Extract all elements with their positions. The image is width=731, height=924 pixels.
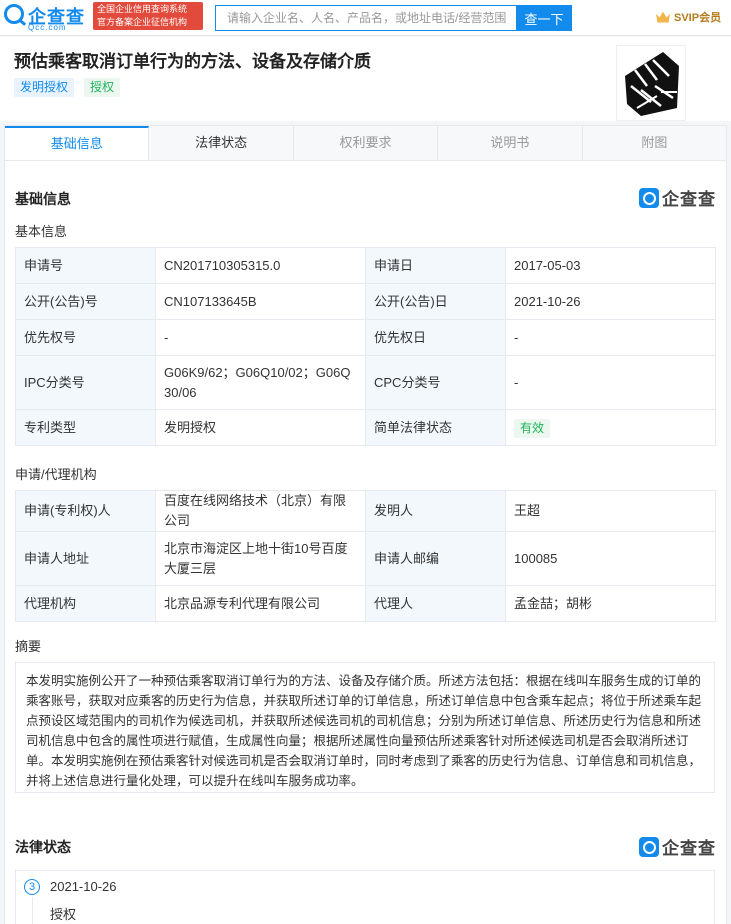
- detail-tabs: 基础信息 法律状态 权利要求 说明书 附图: [4, 125, 727, 161]
- priority-date: -: [505, 319, 716, 356]
- timeline-step-number: 3: [24, 879, 40, 895]
- qcc-logo[interactable]: 企查查 Qcc.com: [4, 3, 90, 33]
- basic-info-table: 申请号 CN201710305315.0 申请日 2017-05-03 公开(公…: [15, 247, 716, 446]
- patent-status-tag: 授权: [84, 78, 121, 97]
- timeline-connector: [32, 897, 33, 924]
- field-label: 优先权日: [365, 319, 506, 356]
- ipc-classification: G06K9/62；G06Q10/02；G06Q30/06: [155, 355, 366, 410]
- field-label: 公开(公告)日: [365, 283, 506, 320]
- tab-legal-status[interactable]: 法律状态: [149, 126, 294, 160]
- legal-status-timeline: 3 2021-10-26 授权: [15, 870, 715, 924]
- patent-drawing-image: [617, 46, 685, 120]
- tab-claims[interactable]: 权利要求: [294, 126, 439, 160]
- applicant-table: 申请(专利权)人 百度在线网络技术（北京）有限公司 发明人 王超 申请人地址 北…: [15, 490, 716, 622]
- qcc-watermark-logo: 企查查: [639, 834, 716, 859]
- agent: 孟金喆；胡彬: [505, 585, 716, 622]
- qcc-mark-icon: [639, 836, 659, 857]
- qcc-mark-icon: [639, 187, 659, 208]
- tab-basic-info[interactable]: 基础信息: [5, 126, 150, 160]
- patent-drawing-thumbnail[interactable]: [616, 45, 686, 121]
- table-row: 申请(专利权)人 百度在线网络技术（北京）有限公司 发明人 王超: [15, 490, 716, 532]
- table-row: 代理机构 北京品源专利代理有限公司 代理人 孟金喆；胡彬: [15, 585, 716, 622]
- patent-type-tag: 发明授权: [14, 78, 75, 97]
- watermark-text: 企查查: [662, 190, 716, 209]
- table-row: 公开(公告)号 CN107133645B 公开(公告)日 2021-10-26: [15, 283, 716, 320]
- legal-status-cell: 有效: [505, 409, 716, 446]
- top-bar: 企查查 Qcc.com 全国企业信用查询系统 官方备案企业征信机构 查一下 SV…: [0, 0, 731, 36]
- field-label: 申请(专利权)人: [15, 490, 156, 532]
- basic-info-section-title: 基础信息: [15, 191, 71, 207]
- qcc-watermark-logo: 企查查: [639, 185, 716, 210]
- applicant-subtitle: 申请/代理机构: [15, 467, 97, 482]
- patent-header: 预估乘客取消订单行为的方法、设备及存储介质 发明授权 授权: [0, 37, 731, 121]
- application-date: 2017-05-03: [505, 247, 716, 284]
- applicant-postcode: 100085: [505, 531, 716, 586]
- patent-type: 发明授权: [155, 409, 366, 446]
- logo-domain: Qcc.com: [28, 23, 67, 32]
- applicant-link[interactable]: 百度在线网络技术（北京）有限公司: [155, 490, 366, 532]
- inventor: 王超: [505, 490, 716, 532]
- field-label: 简单法律状态: [365, 409, 506, 446]
- field-label: 申请日: [365, 247, 506, 284]
- field-label: CPC分类号: [365, 355, 506, 410]
- table-row: 申请号 CN201710305315.0 申请日 2017-05-03: [15, 247, 716, 284]
- abstract-text: 本发明实施例公开了一种预估乘客取消订单行为的方法、设备及存储介质。所述方法包括：…: [15, 662, 715, 793]
- table-row: 专利类型 发明授权 简单法律状态 有效: [15, 409, 716, 446]
- publication-number: CN107133645B: [155, 283, 366, 320]
- field-label: 申请人地址: [15, 531, 156, 586]
- field-label: IPC分类号: [15, 355, 156, 410]
- agency-link[interactable]: 北京品源专利代理有限公司: [155, 585, 366, 622]
- watermark-text: 企查查: [662, 839, 716, 858]
- slogan-line-1: 全国企业信用查询系统: [97, 4, 188, 14]
- cpc-classification: -: [505, 355, 716, 410]
- timeline-event: 授权: [50, 907, 77, 922]
- slogan-line-2: 官方备案企业征信机构: [97, 17, 188, 27]
- table-row: 优先权号 - 优先权日 -: [15, 319, 716, 356]
- field-label: 专利类型: [15, 409, 156, 446]
- svip-label: SVIP会员: [674, 12, 722, 24]
- field-label: 代理机构: [15, 585, 156, 622]
- timeline-date: 2021-10-26: [50, 879, 117, 894]
- publication-date: 2021-10-26: [505, 283, 716, 320]
- application-number: CN201710305315.0: [155, 247, 366, 284]
- field-label: 申请人邮编: [365, 531, 506, 586]
- table-row: 申请人地址 北京市海淀区上地十街10号百度大厦三层 申请人邮编 100085: [15, 531, 716, 586]
- field-label: 优先权号: [15, 319, 156, 356]
- content-panel: 基础信息 企查查 基本信息 申请号 CN201710305315.0 申请日 2…: [4, 161, 727, 924]
- tab-description[interactable]: 说明书: [438, 126, 583, 160]
- applicant-address: 北京市海淀区上地十街10号百度大厦三层: [155, 531, 366, 586]
- slogan-badge: 全国企业信用查询系统 官方备案企业征信机构: [93, 2, 203, 30]
- basic-info-subtitle: 基本信息: [15, 224, 68, 239]
- field-label: 发明人: [365, 490, 506, 532]
- svip-link[interactable]: SVIP会员: [656, 9, 721, 25]
- search-input[interactable]: [215, 5, 516, 31]
- search-button[interactable]: 查一下: [516, 5, 572, 31]
- page-title: 预估乘客取消订单行为的方法、设备及存储介质: [14, 52, 371, 71]
- field-label: 公开(公告)号: [15, 283, 156, 320]
- field-label: 代理人: [365, 585, 506, 622]
- field-label: 申请号: [15, 247, 156, 284]
- abstract-subtitle: 摘要: [15, 639, 42, 654]
- logo-magnifier-icon: [4, 4, 24, 24]
- table-row: IPC分类号 G06K9/62；G06Q10/02；G06Q30/06 CPC分…: [15, 355, 716, 410]
- tab-drawings[interactable]: 附图: [583, 126, 726, 160]
- crown-icon: [656, 11, 670, 23]
- priority-number: -: [155, 319, 366, 356]
- status-badge: 有效: [514, 418, 551, 438]
- legal-status-section-title: 法律状态: [15, 839, 71, 855]
